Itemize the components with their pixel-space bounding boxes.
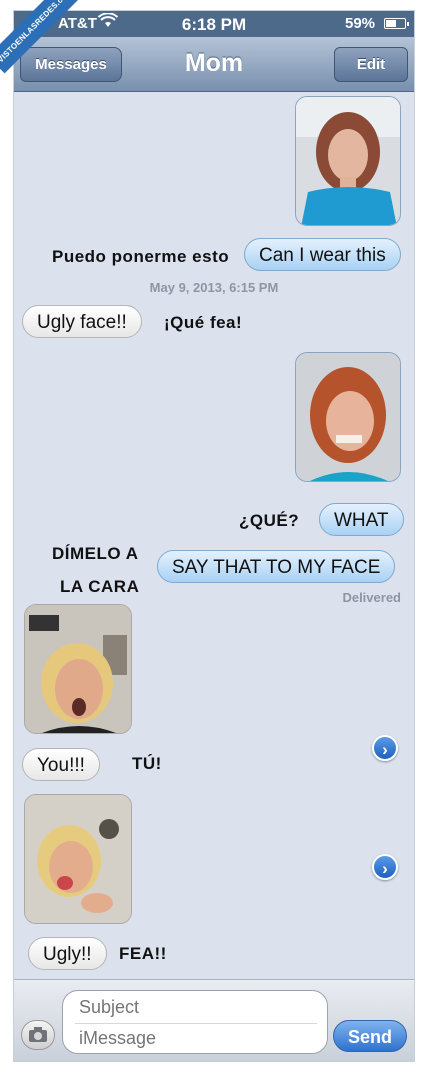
message-timestamp: May 9, 2013, 6:15 PM xyxy=(149,280,279,295)
photo-mom-face-1 xyxy=(25,605,131,733)
sent-message-bubble[interactable]: SAY THAT TO MY FACE xyxy=(157,550,396,583)
received-message-bubble[interactable]: Ugly!! xyxy=(28,937,107,970)
received-photo-message[interactable] xyxy=(24,794,132,924)
status-bar: AT&T 6:18 PM 59% xyxy=(14,11,414,37)
received-photo-message[interactable] xyxy=(24,604,132,734)
camera-button[interactable] xyxy=(21,1020,55,1050)
navigation-bar: Messages Mom Edit xyxy=(14,37,414,92)
sent-photo-message[interactable] xyxy=(295,96,401,226)
photo-mom-face-2 xyxy=(25,795,131,923)
message-thread[interactable]: Puedo ponerme esto Can I wear this May 9… xyxy=(14,92,414,977)
field-divider xyxy=(75,1023,317,1024)
edit-button[interactable]: Edit xyxy=(334,47,408,82)
compose-field[interactable] xyxy=(62,990,328,1054)
send-button[interactable]: Send xyxy=(333,1020,407,1052)
subject-input[interactable] xyxy=(79,997,309,1018)
translation-caption: TÚ! xyxy=(132,754,162,773)
battery-percent: 59% xyxy=(345,15,376,32)
phone-screen: AT&T 6:18 PM 59% Messages Mom Edit Puedo… xyxy=(13,10,415,1062)
chevron-right-icon[interactable]: › xyxy=(372,854,398,880)
sent-message-bubble[interactable]: WHAT xyxy=(319,503,404,536)
message-input-bar: Send xyxy=(14,979,414,1061)
translation-caption: LA CARA xyxy=(60,577,140,596)
received-message-bubble[interactable]: Ugly face!! xyxy=(22,305,142,338)
delivered-status: Delivered xyxy=(342,590,401,605)
photo-woman-grimace xyxy=(296,353,400,481)
sent-photo-message[interactable] xyxy=(295,352,401,482)
sent-message-bubble[interactable]: Can I wear this xyxy=(244,238,401,271)
chevron-right-icon[interactable]: › xyxy=(372,735,398,761)
photo-woman-blue-shirt xyxy=(296,97,400,225)
battery-icon xyxy=(384,18,409,29)
received-message-bubble[interactable]: You!!! xyxy=(22,748,100,781)
translation-caption: Puedo ponerme esto xyxy=(52,247,230,266)
camera-icon xyxy=(29,1027,47,1042)
message-input[interactable] xyxy=(79,1028,309,1049)
translation-caption: ¡Qué fea! xyxy=(164,313,243,332)
translation-caption: ¿QUÉ? xyxy=(239,511,300,530)
translation-caption: FEA!! xyxy=(119,944,167,963)
translation-caption: DÍMELO A xyxy=(52,544,139,563)
